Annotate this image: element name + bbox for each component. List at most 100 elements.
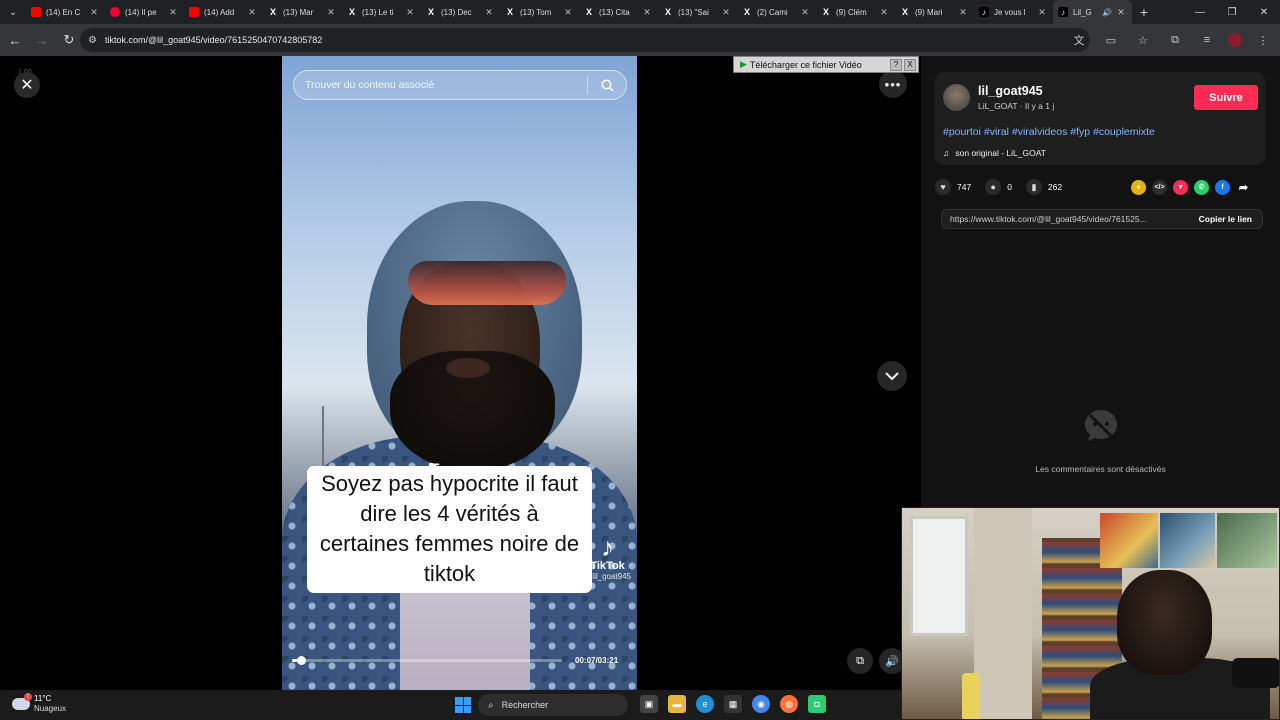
download-video-bar[interactable]: ▶ Télécharger ce fichier Vidéo ? X <box>733 56 919 73</box>
close-window-icon[interactable]: ✕ <box>1248 0 1280 24</box>
app-icon[interactable]: ◘ <box>808 695 826 713</box>
comment-action[interactable]: ● 0 <box>985 179 1012 195</box>
tab-title[interactable]: (13) Tom <box>520 8 562 17</box>
browser-tab[interactable]: (14) Add ✕ <box>184 0 263 24</box>
site-info-icon[interactable]: ⚙ <box>88 35 97 46</box>
browser-tab[interactable]: X (13) Dec ✕ <box>421 0 500 24</box>
search-icon[interactable] <box>598 79 616 92</box>
tab-title[interactable]: (13) Cita <box>599 8 641 17</box>
restore-icon[interactable]: ❐ <box>1216 0 1248 24</box>
facebook-icon[interactable]: f <box>1215 179 1230 195</box>
weather-widget[interactable]: ! 11°C Nuageux <box>12 693 66 714</box>
browser-tab[interactable]: ♪ Lil_G 🔊 ✕ <box>1053 0 1132 24</box>
extensions-icon[interactable]: ⧉ <box>1164 28 1186 52</box>
tab-close-icon[interactable]: ✕ <box>957 7 969 18</box>
start-button[interactable] <box>455 697 471 713</box>
browser-tab[interactable]: (14) En C ✕ <box>26 0 105 24</box>
tab-close-icon[interactable]: ✕ <box>325 7 337 18</box>
tab-title[interactable]: (14) Add <box>204 8 246 17</box>
tab-close-icon[interactable]: ✕ <box>483 7 495 18</box>
tab-close-icon[interactable]: ✕ <box>799 7 811 18</box>
tab-title[interactable]: (9) Mari <box>915 8 957 17</box>
tab-title[interactable]: (14) En C <box>46 8 88 17</box>
download-close-button[interactable]: X <box>904 58 916 71</box>
share-coin-icon[interactable]: ● <box>1131 179 1146 195</box>
cast-icon[interactable]: ▭ <box>1100 28 1122 52</box>
tab-close-icon[interactable]: ✕ <box>167 7 179 18</box>
download-help-button[interactable]: ? <box>890 58 902 71</box>
tab-close-icon[interactable]: ✕ <box>88 7 100 18</box>
new-tab-button[interactable]: + <box>1132 4 1156 20</box>
browser-tab[interactable]: X (13) Tom ✕ <box>500 0 579 24</box>
edge-icon[interactable]: e <box>696 695 714 713</box>
address-url[interactable]: tiktok.com/@lil_goat945/video/7615250470… <box>105 35 322 45</box>
forward-icon[interactable]: → <box>30 28 54 52</box>
profile-avatar[interactable] <box>1228 33 1242 47</box>
tab-search-menu-icon[interactable]: ⌄ <box>0 0 26 24</box>
tab-title[interactable]: (13) Mar <box>283 8 325 17</box>
file-explorer-icon[interactable]: ▬ <box>668 695 686 713</box>
next-video-button[interactable] <box>877 361 907 391</box>
comment-icon[interactable]: ● <box>985 179 1002 195</box>
tab-close-icon[interactable]: ✕ <box>720 7 732 18</box>
browser-tab[interactable]: X (13) "Sai ✕ <box>658 0 737 24</box>
embed-icon[interactable]: </> <box>1152 179 1167 195</box>
taskbar-search-label[interactable]: Rechercher <box>502 700 549 710</box>
author-avatar[interactable] <box>943 84 970 111</box>
related-search-placeholder[interactable]: Trouver du contenu associé <box>305 79 587 91</box>
tab-title[interactable]: Lil_G <box>1073 8 1102 17</box>
author-username[interactable]: lil_goat945 <box>978 84 1043 98</box>
copy-link-button[interactable]: Copier le lien <box>1189 214 1262 224</box>
video-player[interactable]: Trouver du contenu associé Soyez pas hyp… <box>282 56 637 690</box>
tab-audio-icon[interactable]: 🔊 <box>1102 8 1112 17</box>
translate-icon[interactable]: 文 <box>1068 28 1090 52</box>
browser-tab[interactable]: X (9) Mari ✕ <box>895 0 974 24</box>
tab-close-icon[interactable]: ✕ <box>1036 7 1048 18</box>
reload-icon[interactable]: ↻ <box>57 28 81 52</box>
bookmark-star-icon[interactable]: ☆ <box>1132 28 1154 52</box>
tab-close-icon[interactable]: ✕ <box>641 7 653 18</box>
tab-close-icon[interactable]: ✕ <box>404 7 416 18</box>
close-player-icon[interactable]: ✕ <box>14 72 40 98</box>
heart-icon[interactable]: ♥ <box>935 179 951 195</box>
browser-tab[interactable]: X (2) Cami ✕ <box>737 0 816 24</box>
more-options-button[interactable]: ••• <box>879 70 907 98</box>
tab-close-icon[interactable]: ✕ <box>246 7 258 18</box>
task-view-icon[interactable]: ▣ <box>640 695 658 713</box>
whatsapp-icon[interactable]: ✆ <box>1194 179 1209 195</box>
chrome-menu-icon[interactable]: ⋮ <box>1252 28 1274 52</box>
taskbar-search[interactable]: ⌕ Rechercher <box>478 694 628 716</box>
browser-tab[interactable]: (14) Il pe ✕ <box>105 0 184 24</box>
tab-close-icon[interactable]: ✕ <box>1115 7 1127 18</box>
tab-title[interactable]: (13) Le ti <box>362 8 404 17</box>
video-progress-bar[interactable] <box>292 656 562 665</box>
tab-title[interactable]: (2) Cami <box>757 8 799 17</box>
chrome-icon[interactable]: ◉ <box>752 695 770 713</box>
bookmark-icon[interactable]: ▮ <box>1025 179 1042 195</box>
tab-close-icon[interactable]: ✕ <box>878 7 890 18</box>
post-hashtags[interactable]: #pourtoi #viral #viralvideos #fyp #coupl… <box>943 126 1155 138</box>
follow-button[interactable]: Suivre <box>1194 85 1258 110</box>
post-music[interactable]: ♫ son original - LiL_GOAT <box>943 148 1046 158</box>
tab-title[interactable]: (13) Dec <box>441 8 483 17</box>
post-link-url[interactable]: https://www.tiktok.com/@lil_goat945/vide… <box>950 214 1189 224</box>
music-title[interactable]: son original - LiL_GOAT <box>955 148 1046 158</box>
browser-tab[interactable]: X (13) Cita ✕ <box>579 0 658 24</box>
back-icon[interactable]: ← <box>3 28 27 52</box>
address-bar[interactable]: ⚙ tiktok.com/@lil_goat945/video/76152504… <box>80 28 1090 52</box>
share-arrow-icon[interactable]: ➦ <box>1236 180 1251 195</box>
tab-title[interactable]: (13) "Sai <box>678 8 720 17</box>
browser-tab[interactable]: ♪ Je vous l ✕ <box>974 0 1053 24</box>
tab-title[interactable]: (14) Il pe <box>125 8 167 17</box>
tab-close-icon[interactable]: ✕ <box>562 7 574 18</box>
related-search-bar[interactable]: Trouver du contenu associé <box>293 70 627 100</box>
minimize-icon[interactable]: — <box>1184 0 1216 24</box>
tab-title[interactable]: Je vous l <box>994 8 1036 17</box>
media-controls-icon[interactable]: ≡ <box>1196 28 1218 52</box>
tab-title[interactable]: (9) Clém <box>836 8 878 17</box>
browser-tab[interactable]: X (9) Clém ✕ <box>816 0 895 24</box>
browser-tab[interactable]: X (13) Mar ✕ <box>263 0 342 24</box>
firefox-icon[interactable]: ◍ <box>780 695 798 713</box>
download-label[interactable]: Télécharger ce fichier Vidéo <box>750 60 890 70</box>
browser-tab[interactable]: X (13) Le ti ✕ <box>342 0 421 24</box>
